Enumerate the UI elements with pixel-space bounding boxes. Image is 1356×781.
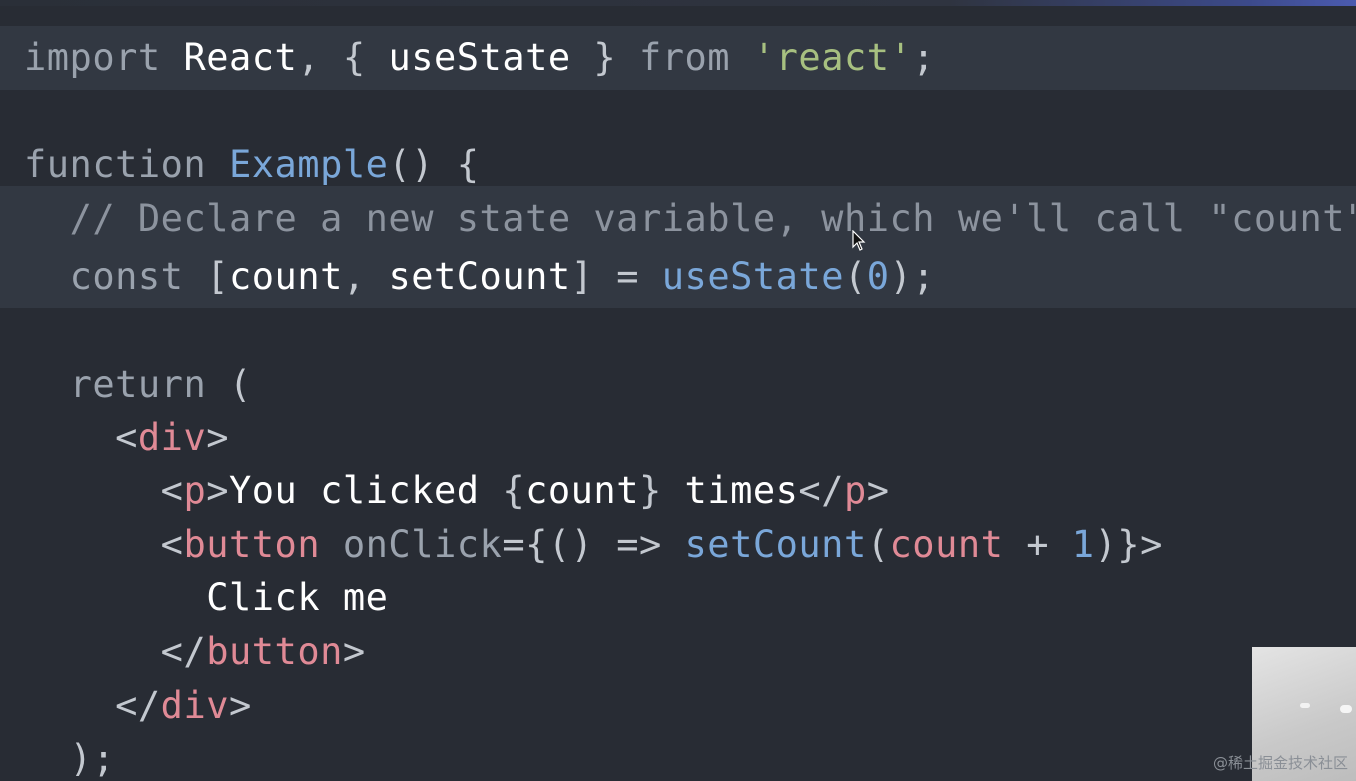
code-line: Click me xyxy=(24,571,388,625)
code-token: button xyxy=(183,523,343,566)
code-token: button xyxy=(206,630,343,673)
code-slide: import React, { useState } from 'react';… xyxy=(0,0,1356,781)
code-token: You clicked xyxy=(229,469,503,512)
code-token: { xyxy=(502,469,526,512)
code-token: p xyxy=(843,469,867,512)
code-token: React xyxy=(183,36,298,79)
code-token: > xyxy=(206,469,229,512)
code-token: < xyxy=(160,469,184,512)
code-token: , xyxy=(342,255,389,298)
code-token: ; xyxy=(912,36,936,79)
code-token: , { xyxy=(297,36,389,79)
code-token: ( xyxy=(229,363,252,406)
code-token: useState xyxy=(388,36,571,79)
top-strip xyxy=(0,0,1356,6)
code-line: return ( xyxy=(24,358,252,412)
code-line: <p>You clicked {count} times</p> xyxy=(24,464,890,518)
code-token: > xyxy=(229,684,252,727)
code-line: // Declare a new state variable, which w… xyxy=(24,192,1356,246)
code-token: return xyxy=(69,363,229,406)
code-token: function xyxy=(24,143,229,186)
code-line: <button onClick={() => setCount(count + … xyxy=(24,518,1163,572)
code-token: < xyxy=(160,523,184,566)
code-token: > xyxy=(206,416,229,459)
code-token: [ xyxy=(206,255,229,298)
code-token: ] = xyxy=(570,255,662,298)
code-line: ); xyxy=(24,732,115,781)
code-token: } xyxy=(638,469,662,512)
code-token: useState xyxy=(661,255,844,298)
code-line: function Example() { xyxy=(24,138,480,192)
code-line: import React, { useState } from 'react'; xyxy=(24,31,935,85)
code-token: ( xyxy=(866,523,890,566)
code-token: setCount xyxy=(684,523,867,566)
code-token: < xyxy=(115,416,138,459)
code-line: </button> xyxy=(24,625,366,679)
code-token: count xyxy=(525,469,639,512)
code-token: div xyxy=(160,684,229,727)
code-token: count xyxy=(229,255,343,298)
code-token: </ xyxy=(115,684,161,727)
code-token: ); xyxy=(69,737,116,780)
code-line: const [count, setCount] = useState(0); xyxy=(24,250,935,304)
code-token: onClick xyxy=(342,523,503,566)
code-token: </ xyxy=(160,630,207,673)
code-token: 0 xyxy=(866,255,890,298)
code-token: )}> xyxy=(1094,523,1163,566)
code-token: 1 xyxy=(1071,523,1095,566)
code-token: </ xyxy=(798,469,844,512)
code-line: <div> xyxy=(24,411,229,465)
code-token: times xyxy=(661,469,799,512)
code-token: > xyxy=(866,469,890,512)
code-token: div xyxy=(137,416,207,459)
code-token: p xyxy=(183,469,207,512)
code-line: </div> xyxy=(24,679,252,733)
code-token: 'react' xyxy=(752,36,913,79)
watermark: @稀土掘金技术社区 xyxy=(1212,754,1348,772)
code-token: () { xyxy=(388,143,480,186)
code-token: setCount xyxy=(388,255,571,298)
code-token: import xyxy=(24,36,184,79)
code-token: ); xyxy=(889,255,936,298)
mouse-pointer-icon xyxy=(852,230,866,251)
code-token: Click me xyxy=(206,576,389,619)
code-token: const xyxy=(69,255,207,298)
code-token: Example xyxy=(228,143,389,186)
code-token: from xyxy=(638,36,753,79)
code-token: count xyxy=(889,523,1004,566)
code-token: + xyxy=(1003,523,1072,566)
code-token: > xyxy=(342,630,366,673)
code-token: ={() => xyxy=(502,523,685,566)
code-token: ( xyxy=(844,255,867,298)
code-token: // Declare a new state variable, which w… xyxy=(69,197,1356,240)
code-token: } xyxy=(570,36,639,79)
